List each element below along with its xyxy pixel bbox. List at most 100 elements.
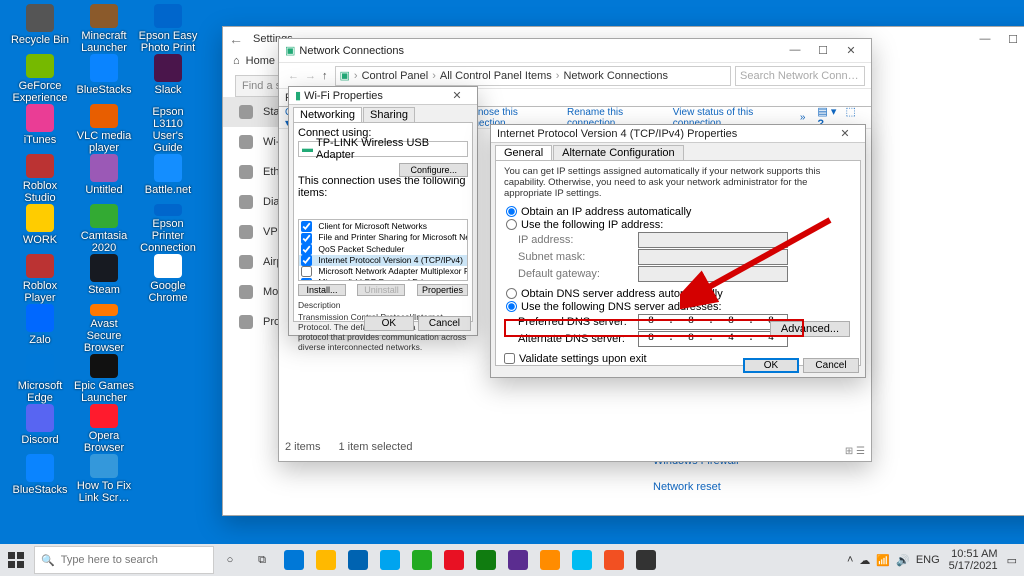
uninstall-button[interactable]: Uninstall: [357, 284, 405, 296]
taskbar-app[interactable]: [534, 544, 566, 576]
desktop-icon[interactable]: Epson Easy Photo Print: [138, 4, 198, 54]
system-tray[interactable]: ˄ ☁ 📶 🔊 ENG 10:51 AM5/17/2021 ▭: [844, 544, 1024, 576]
desktop-icon[interactable]: BlueStacks: [74, 54, 134, 104]
desktop-icon[interactable]: iTunes: [10, 104, 70, 154]
radio-ip-manual[interactable]: [506, 219, 517, 230]
nav-back-icon[interactable]: ←: [288, 70, 299, 82]
breadcrumb[interactable]: ▣› Control Panel› All Control Panel Item…: [335, 66, 732, 86]
list-item[interactable]: File and Printer Sharing for Microsoft N…: [299, 232, 467, 243]
desktop-icon[interactable]: Battle.net: [138, 154, 198, 204]
onedrive-icon[interactable]: ☁: [859, 554, 870, 567]
desktop-icon[interactable]: Recycle Bin: [10, 4, 70, 54]
desktop-icon[interactable]: Steam: [74, 254, 134, 304]
more-link[interactable]: »: [800, 112, 806, 123]
clock[interactable]: 10:51 AM5/17/2021: [949, 548, 998, 572]
desktop-icon[interactable]: Minecraft Launcher: [74, 4, 134, 54]
desktop-icon[interactable]: Epson L3110 User's Guide: [138, 104, 198, 154]
desktop-icon[interactable]: How To Fix Link Scr…: [74, 454, 134, 504]
radio-dns-manual[interactable]: [506, 301, 517, 312]
maximize-icon[interactable]: ☐: [999, 33, 1024, 46]
maximize-icon[interactable]: ☐: [809, 44, 837, 57]
properties-button[interactable]: Properties: [417, 284, 468, 296]
taskbar-app[interactable]: [374, 544, 406, 576]
close-icon[interactable]: ✕: [443, 89, 471, 102]
lang-indicator[interactable]: ENG: [916, 554, 940, 566]
volume-icon[interactable]: 🔊: [896, 554, 910, 567]
radio-ip-auto[interactable]: [506, 206, 517, 217]
tab-sharing[interactable]: Sharing: [363, 107, 415, 122]
link-network-reset[interactable]: Network reset: [653, 481, 1024, 493]
tab-general[interactable]: General: [495, 145, 552, 160]
list-item[interactable]: Microsoft LLDP Protocol Driver: [299, 277, 467, 281]
desktop-icon[interactable]: Discord: [10, 404, 70, 454]
desktop-icon[interactable]: Google Chrome: [138, 254, 198, 304]
desktop-icon[interactable]: Microsoft Edge: [10, 354, 70, 404]
cortana-icon[interactable]: ○: [214, 544, 246, 576]
desktop-icon[interactable]: Slack: [138, 54, 198, 104]
cancel-button[interactable]: Cancel: [418, 316, 471, 331]
nc-title: Network Connections: [299, 45, 404, 57]
back-icon[interactable]: ←: [229, 31, 243, 47]
taskbar[interactable]: 🔍Type here to search ○ ⧉ ˄ ☁ 📶 🔊 ENG 10:…: [0, 544, 1024, 576]
ok-button[interactable]: OK: [364, 316, 414, 331]
radio-dns-auto[interactable]: [506, 288, 517, 299]
desktop-icon[interactable]: Epson Printer Connection: [138, 204, 198, 254]
desktop-icon[interactable]: Zalo: [10, 304, 70, 354]
desktop-icon[interactable]: WORK: [10, 204, 70, 254]
nc-titlebar[interactable]: ▣ Network Connections —☐✕: [279, 39, 871, 63]
taskview-icon[interactable]: ⧉: [246, 544, 278, 576]
ok-button[interactable]: OK: [743, 358, 799, 373]
desktop-icon[interactable]: Avast Secure Browser: [74, 304, 134, 354]
desktop-icon[interactable]: Epic Games Launcher: [74, 354, 134, 404]
minimize-icon[interactable]: —: [971, 33, 999, 46]
validate-checkbox[interactable]: [504, 353, 515, 364]
preferred-dns-field[interactable]: 8 . 8 . 8 . 8: [638, 314, 788, 330]
taskbar-app[interactable]: [630, 544, 662, 576]
list-item[interactable]: QoS Packet Scheduler: [299, 244, 467, 255]
chevron-up-icon[interactable]: ˄: [847, 554, 853, 566]
nc-search[interactable]: Search Network Conn…: [735, 66, 865, 86]
start-button[interactable]: [0, 544, 32, 576]
nav-up-icon[interactable]: ↑: [322, 70, 328, 82]
home-link[interactable]: ⌂Home: [233, 55, 275, 67]
taskbar-app[interactable]: [566, 544, 598, 576]
taskbar-app[interactable]: [502, 544, 534, 576]
advanced-button[interactable]: Advanced...: [770, 321, 850, 337]
desktop-icon[interactable]: Roblox Player: [10, 254, 70, 304]
taskbar-app[interactable]: [278, 544, 310, 576]
taskbar-app[interactable]: [438, 544, 470, 576]
close-icon[interactable]: ✕: [837, 44, 865, 57]
alternate-dns-field[interactable]: 8 . 8 . 4 . 4: [638, 331, 788, 347]
taskbar-app[interactable]: [598, 544, 630, 576]
desktop-icon[interactable]: BlueStacks: [10, 454, 70, 504]
search-icon: 🔍: [41, 554, 55, 567]
desktop-icon[interactable]: Opera Browser: [74, 404, 134, 454]
taskbar-app[interactable]: [342, 544, 374, 576]
items-list[interactable]: Client for Microsoft Networks File and P…: [298, 219, 468, 281]
list-item[interactable]: Client for Microsoft Networks: [299, 221, 467, 232]
wifi-title: Wi-Fi Properties: [304, 90, 383, 102]
desktop-icon[interactable]: GeForce Experience: [10, 54, 70, 104]
desktop-icon[interactable]: Roblox Studio: [10, 154, 70, 204]
close-icon[interactable]: ✕: [831, 127, 859, 140]
view-toggle[interactable]: ⊞ ☰: [845, 446, 865, 457]
nav-fwd-icon[interactable]: →: [305, 70, 316, 82]
desktop-icon[interactable]: Camtasia 2020: [74, 204, 134, 254]
tab-altconfig[interactable]: Alternate Configuration: [553, 145, 684, 160]
notifications-icon[interactable]: ▭: [1007, 554, 1017, 567]
list-item[interactable]: Microsoft Network Adapter Multiplexor Pr…: [299, 266, 467, 277]
taskbar-app[interactable]: [470, 544, 502, 576]
ipv4-properties-dialog: Internet Protocol Version 4 (TCP/IPv4) P…: [490, 124, 866, 378]
desktop-icon[interactable]: VLC media player: [74, 104, 134, 154]
install-button[interactable]: Install...: [298, 284, 346, 296]
desktop-icon[interactable]: Untitled: [74, 154, 134, 204]
taskbar-app[interactable]: [310, 544, 342, 576]
taskbar-app[interactable]: [406, 544, 438, 576]
minimize-icon[interactable]: —: [781, 44, 809, 57]
taskbar-search[interactable]: 🔍Type here to search: [34, 546, 214, 574]
tab-networking[interactable]: Networking: [293, 107, 362, 122]
cancel-button[interactable]: Cancel: [803, 358, 859, 373]
configure-button[interactable]: Configure...: [399, 163, 468, 177]
list-item[interactable]: Internet Protocol Version 4 (TCP/IPv4): [299, 255, 467, 266]
wifi-tray-icon[interactable]: 📶: [876, 554, 890, 567]
